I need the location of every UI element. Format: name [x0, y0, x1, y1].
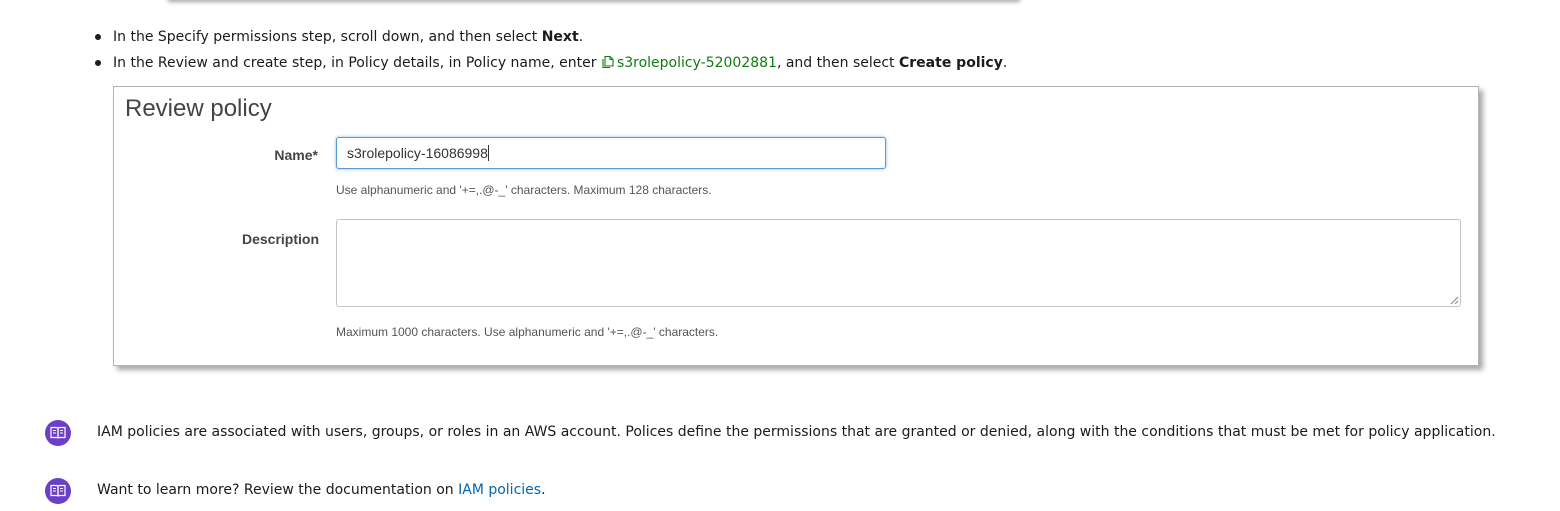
name-label: Name*	[274, 147, 318, 163]
step-1-suffix: .	[578, 29, 584, 45]
name-hint: Use alphanumeric and '+=,.@-_' character…	[336, 183, 712, 197]
step-2-prefix: In the Review and create step, in Policy…	[113, 55, 601, 71]
step-item-review-create: In the Review and create step, in Policy…	[94, 50, 1007, 76]
policy-name-input[interactable]: s3rolepolicy-16086998	[336, 137, 886, 169]
policy-name-value: s3rolepolicy-16086998	[347, 145, 488, 161]
book-icon	[45, 478, 71, 504]
step-2-bold: Create policy	[899, 55, 1003, 71]
step-1-bold: Next	[541, 29, 579, 45]
description-hint: Maximum 1000 characters. Use alphanumeri…	[336, 325, 719, 339]
copyable-policy-name[interactable]: s3rolepolicy-52002881	[601, 55, 777, 71]
description-label: Description	[241, 231, 319, 247]
text-cursor	[487, 145, 489, 161]
resize-handle-icon[interactable]	[1449, 295, 1459, 305]
step-2-suffix: .	[1002, 55, 1008, 71]
iam-policies-link[interactable]: IAM policies	[458, 482, 541, 498]
lab-instructions-page: In the Specify permissions step, scroll …	[0, 0, 1560, 511]
copy-icon[interactable]	[601, 55, 615, 69]
note-text: IAM policies are associated with users, …	[97, 424, 1496, 440]
note-suffix: .	[541, 482, 546, 498]
panel-title: Review policy	[125, 95, 272, 122]
policy-name-code: s3rolepolicy-52002881	[616, 55, 777, 71]
step-2-middle: , and then select	[776, 55, 899, 71]
description-textarea[interactable]	[336, 219, 1461, 307]
note-text: Want to learn more? Review the documenta…	[97, 479, 546, 501]
book-icon	[45, 420, 71, 446]
step-list: In the Specify permissions step, scroll …	[94, 24, 1007, 76]
step-item-specify-permissions: In the Specify permissions step, scroll …	[94, 24, 1007, 50]
step-1-prefix: In the Specify permissions step, scroll …	[113, 29, 542, 45]
note-prefix: Want to learn more? Review the documenta…	[97, 482, 459, 498]
review-policy-screenshot: Review policy Name* s3rolepolicy-1608699…	[113, 86, 1479, 366]
